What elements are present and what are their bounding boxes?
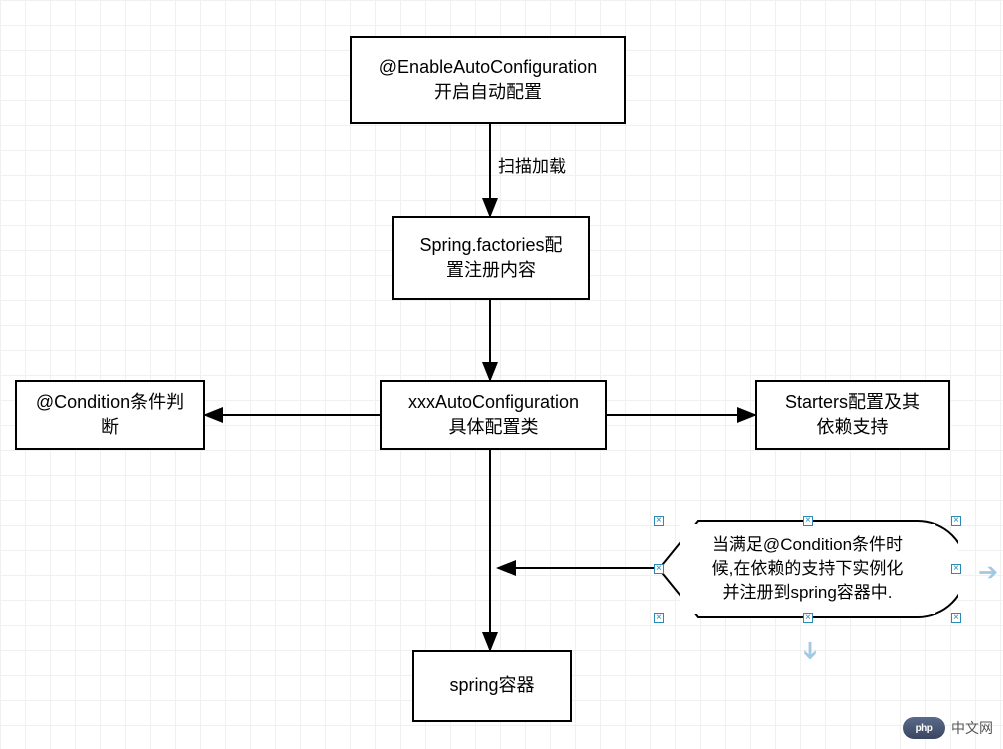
selection-handle[interactable] <box>951 564 961 574</box>
node-text: Starters配置及其 <box>785 390 920 415</box>
node-text: @EnableAutoConfiguration <box>379 55 597 80</box>
node-text: Spring.factories配 <box>419 233 562 258</box>
node-text: 依赖支持 <box>785 415 920 440</box>
selection-handle[interactable] <box>654 613 664 623</box>
selection-handle[interactable] <box>803 516 813 526</box>
callout-text: 候,在依赖的支持下实例化 <box>712 557 904 581</box>
watermark: php 中文网 <box>903 717 993 739</box>
node-text: @Condition条件判 <box>36 390 184 415</box>
node-text: 置注册内容 <box>419 258 562 283</box>
node-text: spring容器 <box>449 673 534 698</box>
node-enable-auto-configuration[interactable]: @EnableAutoConfiguration 开启自动配置 <box>350 36 626 124</box>
node-text: 开启自动配置 <box>379 80 597 105</box>
watermark-logo: php <box>903 717 945 739</box>
node-text: xxxAutoConfiguration <box>408 390 579 415</box>
node-spring-factories[interactable]: Spring.factories配 置注册内容 <box>392 216 590 300</box>
callout-text: 当满足@Condition条件时 <box>712 533 904 557</box>
selection-handle[interactable] <box>654 516 664 526</box>
direction-arrow-down-icon[interactable]: ➔ <box>796 640 825 660</box>
direction-arrow-right-icon[interactable]: ➔ <box>978 558 998 587</box>
node-condition[interactable]: @Condition条件判 断 <box>15 380 205 450</box>
node-spring-container[interactable]: spring容器 <box>412 650 572 722</box>
selection-handle[interactable] <box>951 613 961 623</box>
node-starters[interactable]: Starters配置及其 依赖支持 <box>755 380 950 450</box>
selection-handle[interactable] <box>951 516 961 526</box>
callout-text: 并注册到spring容器中. <box>712 581 904 605</box>
selection-handle[interactable] <box>654 564 664 574</box>
edge-label-scan-load: 扫描加载 <box>498 152 566 177</box>
node-text: 断 <box>36 415 184 440</box>
watermark-text: 中文网 <box>951 718 993 738</box>
selection-handle[interactable] <box>803 613 813 623</box>
node-xxx-auto-configuration[interactable]: xxxAutoConfiguration 具体配置类 <box>380 380 607 450</box>
callout-text-container: 当满足@Condition条件时 候,在依赖的支持下实例化 并注册到spring… <box>680 524 935 614</box>
node-text: 具体配置类 <box>408 415 579 440</box>
